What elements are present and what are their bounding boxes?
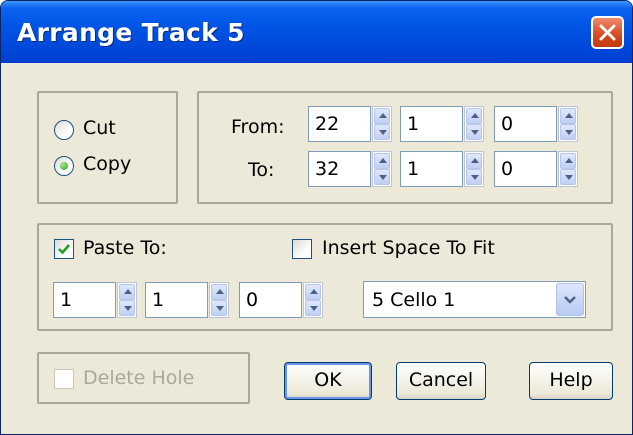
track-select-value: 5 Cello 1 <box>372 289 456 311</box>
paste-to-label[interactable]: Paste To: <box>83 237 167 259</box>
copy-radio[interactable] <box>54 156 74 176</box>
cut-label[interactable]: Cut <box>83 117 116 139</box>
paste-beat-field[interactable]: 1 <box>145 282 208 318</box>
cancel-button[interactable]: Cancel <box>396 362 486 400</box>
paste-to-checkbox[interactable] <box>54 239 74 259</box>
paste-beat-spinner[interactable] <box>209 282 229 318</box>
to-tick-spinner[interactable] <box>558 151 578 187</box>
title-bar[interactable]: Arrange Track 5 <box>1 1 632 63</box>
spin-up-icon[interactable] <box>466 153 482 169</box>
spin-up-icon[interactable] <box>374 153 390 169</box>
copy-label[interactable]: Copy <box>83 153 131 175</box>
spin-down-icon[interactable] <box>211 300 227 316</box>
from-beat-spinner[interactable] <box>464 106 484 142</box>
arrange-track-dialog: Arrange Track 5 Cut Copy From: To: 22 1 … <box>0 0 633 435</box>
spin-down-icon[interactable] <box>560 169 576 185</box>
dropdown-button[interactable] <box>556 283 584 316</box>
spin-up-icon[interactable] <box>466 108 482 124</box>
paste-tick-spinner[interactable] <box>303 282 323 318</box>
from-measure-field[interactable]: 22 <box>308 106 371 142</box>
track-select[interactable]: 5 Cello 1 <box>363 281 586 318</box>
spin-up-icon[interactable] <box>119 284 135 300</box>
paste-measure-spinner[interactable] <box>117 282 137 318</box>
help-button[interactable]: Help <box>529 362 613 400</box>
delete-hole-checkbox[interactable] <box>54 369 74 389</box>
to-measure-spinner[interactable] <box>372 151 392 187</box>
cut-radio[interactable] <box>54 120 74 140</box>
to-tick-field[interactable]: 0 <box>494 151 557 187</box>
checkmark-icon <box>58 244 70 255</box>
spin-up-icon[interactable] <box>560 153 576 169</box>
spin-up-icon[interactable] <box>374 108 390 124</box>
spin-down-icon[interactable] <box>466 124 482 140</box>
spin-up-icon[interactable] <box>305 284 321 300</box>
spin-down-icon[interactable] <box>466 169 482 185</box>
insert-space-label[interactable]: Insert Space To Fit <box>322 237 495 259</box>
close-x-icon <box>599 24 616 41</box>
dialog-title: Arrange Track 5 <box>17 18 245 47</box>
spin-down-icon[interactable] <box>305 300 321 316</box>
chevron-down-icon <box>564 296 576 304</box>
ok-button[interactable]: OK <box>284 362 372 400</box>
from-beat-field[interactable]: 1 <box>400 106 463 142</box>
spin-up-icon[interactable] <box>560 108 576 124</box>
paste-measure-field[interactable]: 1 <box>53 282 116 318</box>
to-label: To: <box>248 159 275 181</box>
paste-tick-field[interactable]: 0 <box>239 282 302 318</box>
from-label: From: <box>231 116 285 138</box>
from-measure-spinner[interactable] <box>372 106 392 142</box>
spin-down-icon[interactable] <box>119 300 135 316</box>
to-beat-field[interactable]: 1 <box>400 151 463 187</box>
delete-hole-label: Delete Hole <box>83 367 195 389</box>
to-measure-field[interactable]: 32 <box>308 151 371 187</box>
close-button[interactable] <box>591 16 624 49</box>
mode-group <box>37 91 178 204</box>
from-tick-spinner[interactable] <box>558 106 578 142</box>
from-tick-field[interactable]: 0 <box>494 106 557 142</box>
insert-space-checkbox[interactable] <box>292 239 312 259</box>
spin-down-icon[interactable] <box>374 124 390 140</box>
spin-up-icon[interactable] <box>211 284 227 300</box>
to-beat-spinner[interactable] <box>464 151 484 187</box>
spin-down-icon[interactable] <box>560 124 576 140</box>
spin-down-icon[interactable] <box>374 169 390 185</box>
